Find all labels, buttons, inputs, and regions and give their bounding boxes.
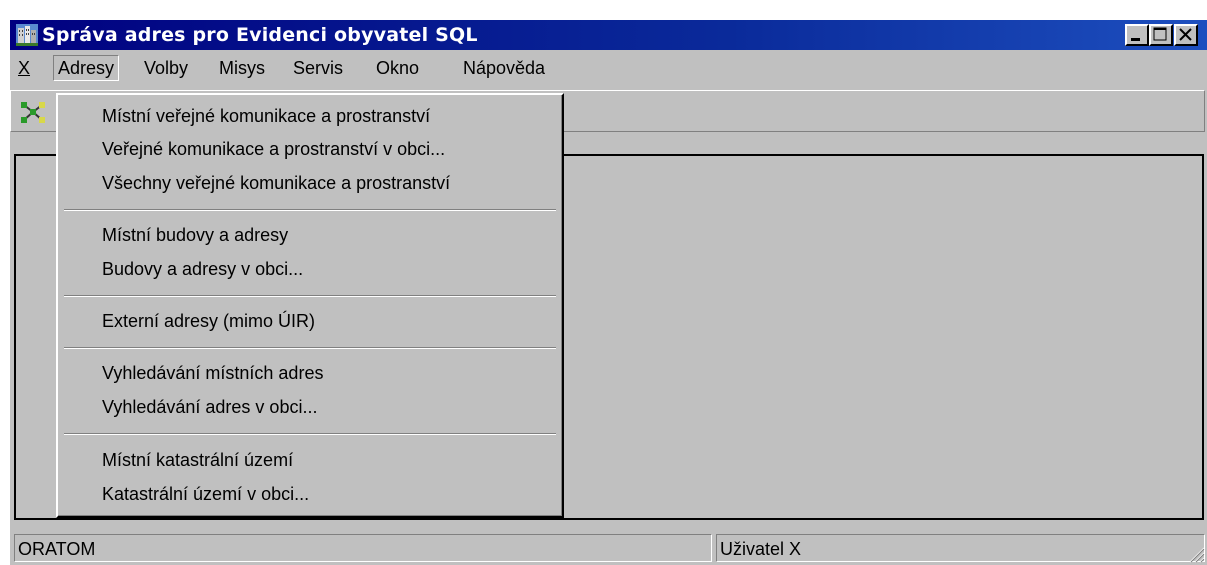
maximize-button[interactable] [1149, 24, 1173, 46]
menu-item-all-communications[interactable]: Všechny veřejné komunikace a prostranstv… [102, 170, 450, 196]
menu-separator [64, 347, 556, 349]
network-icon[interactable] [19, 99, 47, 125]
menu-separator [64, 295, 556, 297]
menu-item-cadastral-areas-in-municipality[interactable]: Katastrální území v obci... [102, 481, 309, 507]
menu-separator [64, 209, 556, 211]
menu-item-search-addresses-in-municipality[interactable]: Vyhledávání adres v obci... [102, 394, 317, 420]
minimize-icon [1131, 38, 1140, 41]
status-bar: ORATOM Uživatel X [10, 528, 1207, 565]
adresy-dropdown-menu: Místní veřejné komunikace a prostranství… [56, 93, 564, 518]
menu-napoveda[interactable]: Nápověda [463, 56, 545, 80]
menu-bar: X Adresy Volby Misys Servis Okno Nápověd… [10, 52, 1207, 84]
menu-okno-label: Okno [376, 58, 420, 78]
menu-servis-label: Servis [293, 58, 344, 78]
close-icon [1179, 28, 1192, 41]
minimize-button[interactable] [1125, 24, 1149, 46]
status-panel-left: ORATOM [14, 534, 712, 562]
menu-separator [64, 433, 556, 435]
menu-adresy-label: Adresy [58, 58, 115, 78]
menu-servis[interactable]: Servis [293, 56, 343, 80]
app-window: Správa adres pro Evidenci obyvatel SQL X… [10, 20, 1207, 565]
status-panel-user: Uživatel X [716, 534, 1205, 562]
menu-item-local-buildings[interactable]: Místní budovy a adresy [102, 222, 288, 248]
menu-item-local-communications[interactable]: Místní veřejné komunikace a prostranství [102, 103, 430, 129]
menu-volby-label: Volby [144, 58, 189, 78]
menu-volby[interactable]: Volby [144, 56, 188, 80]
menu-x[interactable]: X [18, 56, 30, 80]
menu-okno[interactable]: Okno [376, 56, 419, 80]
menu-napoveda-label: Nápověda [463, 58, 546, 78]
menu-misys-label: Misys [219, 58, 265, 78]
menu-item-local-cadastral-areas[interactable]: Místní katastrální území [102, 447, 293, 473]
title-bar[interactable]: Správa adres pro Evidenci obyvatel SQL [10, 20, 1207, 50]
menu-item-external-addresses[interactable]: Externí adresy (mimo ÚIR) [102, 308, 315, 334]
menu-item-buildings-in-municipality[interactable]: Budovy a adresy v obci... [102, 256, 303, 282]
resize-grip-icon[interactable] [1185, 543, 1205, 563]
menu-item-communications-in-municipality[interactable]: Veřejné komunikace a prostranství v obci… [102, 136, 445, 162]
maximize-icon [1153, 27, 1167, 41]
menu-x-label: X [18, 58, 31, 78]
buildings-icon [16, 24, 38, 46]
close-button[interactable] [1174, 24, 1198, 46]
menu-misys[interactable]: Misys [219, 56, 265, 80]
menu-adresy[interactable]: Adresy [53, 55, 120, 81]
menu-item-search-local-addresses[interactable]: Vyhledávání místních adres [102, 360, 323, 386]
window-title: Správa adres pro Evidenci obyvatel SQL [42, 24, 478, 46]
